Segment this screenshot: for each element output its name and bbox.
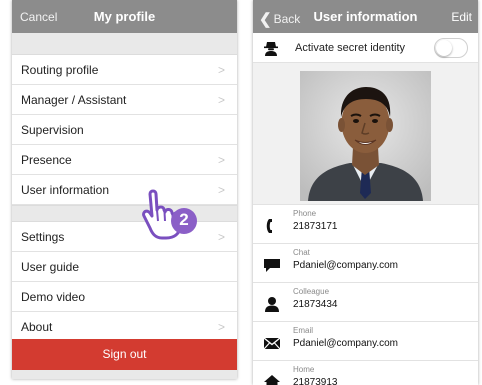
menu-item-routing-profile[interactable]: Routing profile > <box>12 55 237 85</box>
menu-item-manager-assistant[interactable]: Manager / Assistant > <box>12 85 237 115</box>
menu-group-2: Settings > User guide Demo video About > <box>12 222 237 342</box>
edit-button[interactable]: Edit <box>451 10 472 24</box>
contact-value: 21873913 <box>293 377 338 385</box>
navbar: ❮ Back User information Edit <box>253 0 478 33</box>
contact-caption: Phone <box>293 209 317 218</box>
step-badge-number: 2 <box>179 210 189 229</box>
tap-hand-icon: 2 <box>140 188 200 240</box>
contact-row-email[interactable]: Email Pdaniel@company.com <box>253 322 478 361</box>
spy-icon <box>263 40 279 56</box>
menu-item-presence[interactable]: Presence > <box>12 145 237 175</box>
contact-value: Pdaniel@company.com <box>293 338 399 349</box>
navbar: Cancel My profile <box>12 0 237 33</box>
chevron-right-icon: > <box>217 230 225 244</box>
screenshot-stage: Cancel My profile Routing profile > Mana… <box>0 0 482 385</box>
menu-item-settings[interactable]: Settings > <box>12 222 237 252</box>
contact-row-phone[interactable]: Phone 21873171 <box>253 205 478 244</box>
menu-item-user-guide[interactable]: User guide <box>12 252 237 282</box>
contact-row-home[interactable]: Home 21873913 <box>253 361 478 385</box>
chevron-right-icon: > <box>217 93 225 107</box>
home-icon <box>263 374 281 385</box>
secret-identity-row: Activate secret identity <box>253 33 478 63</box>
chat-icon <box>263 257 281 273</box>
chevron-right-icon: > <box>217 153 225 167</box>
contact-value: 21873434 <box>293 299 338 310</box>
menu-item-about[interactable]: About > <box>12 312 237 342</box>
sign-out-button[interactable]: Sign out <box>12 339 237 370</box>
menu-item-label: Demo video <box>21 290 86 304</box>
contact-row-chat[interactable]: Chat Pdaniel@company.com <box>253 244 478 283</box>
chevron-right-icon: > <box>217 63 225 77</box>
footer-spacer <box>12 370 237 379</box>
toggle-knob <box>436 40 452 56</box>
contact-caption: Home <box>293 365 315 374</box>
user-information-screen: ❮ Back User information Edit Activate sec… <box>253 0 478 385</box>
menu-item-label: About <box>21 320 53 334</box>
menu-item-demo-video[interactable]: Demo video <box>12 282 237 312</box>
profile-photo-area <box>253 63 478 205</box>
secret-identity-toggle[interactable] <box>434 38 468 58</box>
menu-item-label: User information <box>21 183 110 197</box>
menu-item-label: Routing profile <box>21 63 99 77</box>
menu-item-supervision[interactable]: Supervision <box>12 115 237 145</box>
page-title: My profile <box>93 9 156 24</box>
my-profile-screen: Cancel My profile Routing profile > Mana… <box>12 0 237 379</box>
page-title: User information <box>313 9 418 24</box>
menu-item-label: User guide <box>21 260 80 274</box>
email-icon <box>263 335 281 351</box>
colleague-icon <box>263 296 281 312</box>
contact-value: 21873171 <box>293 221 338 232</box>
menu-group-1: Routing profile > Manager / Assistant > … <box>12 55 237 205</box>
menu-item-label: Settings <box>21 230 65 244</box>
menu-item-label: Supervision <box>21 123 84 137</box>
contact-caption: Chat <box>293 248 310 257</box>
phone-icon <box>263 218 281 234</box>
profile-photo <box>300 71 431 201</box>
chevron-right-icon: > <box>217 320 225 334</box>
contact-list: Phone 21873171 Chat Pdaniel@company.com <box>253 205 478 385</box>
menu-item-label: Manager / Assistant <box>21 93 127 107</box>
menu-item-user-information[interactable]: User information > <box>12 175 237 205</box>
secret-identity-label: Activate secret identity <box>295 42 406 54</box>
menu-item-label: Presence <box>21 153 72 167</box>
contact-caption: Email <box>293 326 314 335</box>
contact-value: Pdaniel@company.com <box>293 260 399 271</box>
chevron-right-icon: > <box>217 183 225 197</box>
section-spacer <box>12 33 237 55</box>
contact-row-colleague[interactable]: Colleague 21873434 <box>253 283 478 322</box>
contact-caption: Colleague <box>293 287 330 296</box>
section-spacer <box>12 205 237 222</box>
